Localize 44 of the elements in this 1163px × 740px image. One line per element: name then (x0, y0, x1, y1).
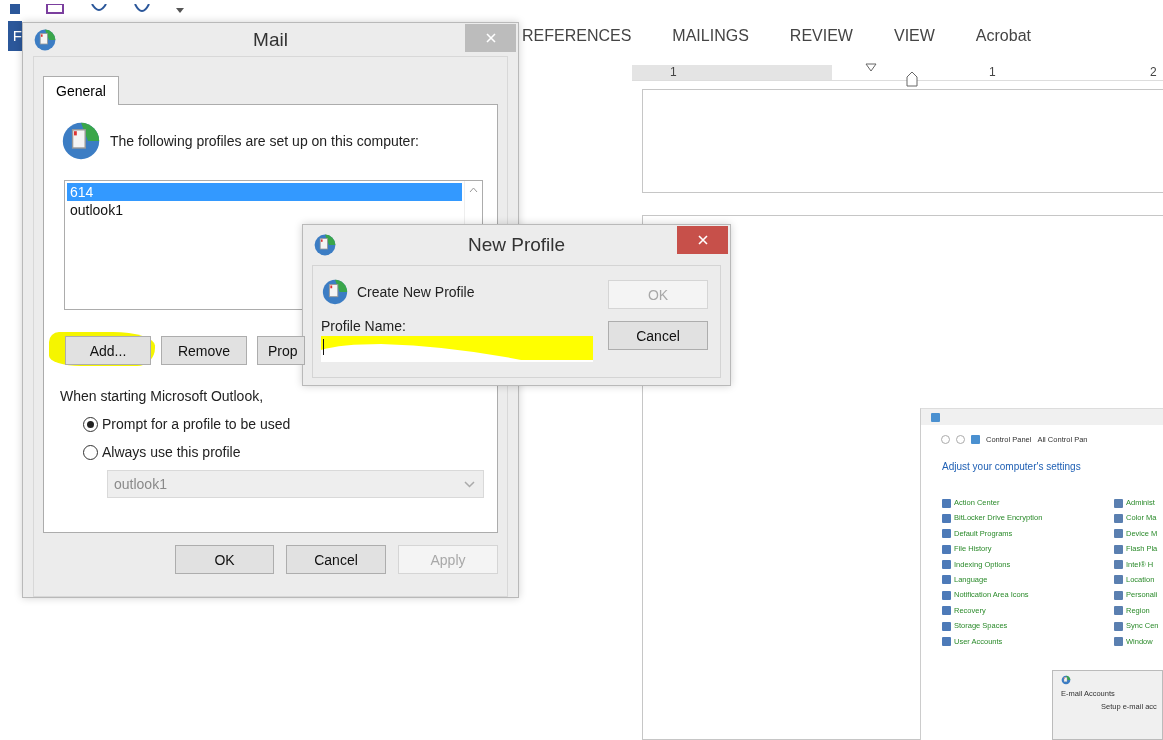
page-heading: Adjust your computer's settings (941, 460, 1082, 472)
chevron-down-icon (464, 480, 475, 488)
globe-icon (33, 27, 57, 52)
applet-icon (931, 412, 940, 422)
close-icon (697, 235, 708, 245)
globe-icon (321, 278, 349, 306)
dialog-button[interactable]: Cancel (286, 545, 386, 574)
ribbon-tab[interactable]: REFERENCES (522, 26, 632, 45)
caret-icon[interactable] (176, 7, 184, 14)
globe-icon (1061, 674, 1071, 685)
document-icon[interactable] (10, 3, 20, 14)
ribbon-tab[interactable]: REVIEW (789, 26, 853, 45)
indent-marker-icon[interactable] (865, 63, 877, 73)
dialog-button[interactable]: OK (175, 545, 274, 574)
ribbon-tab[interactable]: F (8, 20, 22, 51)
globe-icon (60, 120, 102, 162)
indent-marker-icon[interactable] (906, 71, 918, 87)
forward-icon (956, 434, 965, 444)
close-icon (485, 33, 496, 43)
dialog-button[interactable]: Cancel (608, 321, 708, 350)
applet-icon (971, 434, 980, 444)
ribbon-tab[interactable]: VIEW (893, 26, 935, 45)
window-title: Mail (253, 28, 288, 51)
ruler-number: 1 (989, 65, 996, 79)
heading-text: Create New Profile (357, 284, 475, 300)
ribbon-tab[interactable]: Acrobat (975, 26, 1031, 45)
back-icon (941, 434, 950, 444)
globe-icon (313, 233, 337, 257)
profile-button[interactable]: Prop (257, 336, 305, 365)
intro-text: The following profiles are set up on this computer: (110, 133, 419, 149)
ribbon-tab[interactable]: MAILINGS (672, 26, 749, 45)
profile-item[interactable]: 614 (67, 183, 462, 201)
profile-button[interactable]: Remove (161, 336, 247, 365)
ruler-number: 1 (670, 65, 677, 79)
radio-label[interactable]: Prompt for a profile to be used (102, 416, 291, 432)
tab[interactable]: General (43, 76, 119, 105)
radio-label[interactable]: Always use this profile (102, 444, 241, 460)
profile-item[interactable]: outlook1 (67, 201, 462, 219)
startup-label: When starting Microsoft Outlook, (60, 388, 265, 404)
field-label: Profile Name: (321, 318, 407, 334)
profile-button[interactable]: Add... (65, 336, 151, 365)
ruler-number: 2 (1150, 65, 1157, 79)
save-icon[interactable] (46, 3, 64, 14)
scroll-up-icon[interactable] (469, 187, 478, 193)
